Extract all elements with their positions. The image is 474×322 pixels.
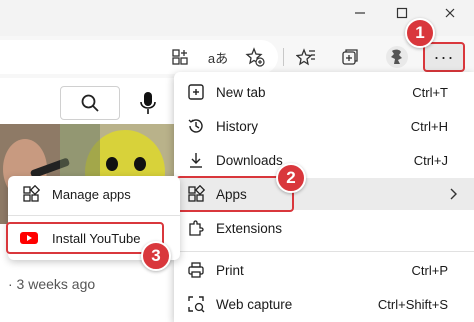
favorites-icon[interactable] [293,44,319,70]
submenu-item-label: Install YouTube [52,230,141,246]
search-icon [81,94,99,112]
shortcut-text: Ctrl+T [412,84,448,100]
menu-item-label: History [216,118,259,134]
minimize-icon[interactable] [350,6,370,26]
menu-item-web-capture[interactable]: Web capture Ctrl+Shift+S [174,288,474,320]
menu-item-downloads[interactable]: Downloads Ctrl+J [174,144,474,176]
app-grid-plus-icon[interactable] [167,44,193,70]
web-capture-icon [184,292,208,316]
youtube-icon [18,227,40,249]
submenu-item-manage-apps[interactable]: Manage apps [8,178,180,210]
menu-item-label: Web capture [216,296,293,312]
toolbar-divider [283,48,284,66]
microphone-icon[interactable] [138,90,158,116]
menu-item-new-tab[interactable]: New tab Ctrl+T [174,76,474,108]
step-badge-2: 2 [276,163,306,193]
apps-icon [20,183,42,205]
shortcut-text: Ctrl+Shift+S [377,296,448,312]
menu-item-print[interactable]: Print Ctrl+P [174,254,474,286]
chevron-right-icon [448,187,458,204]
menu-item-extensions[interactable]: Extensions [174,212,474,244]
menu-item-label: Extensions [216,220,283,236]
favorite-add-icon[interactable] [242,44,268,70]
submenu-divider [8,215,180,216]
video-age-text: · 3 weeks ago [8,276,96,292]
menu-item-label: Print [216,262,244,278]
menu-item-history[interactable]: History Ctrl+H [174,110,474,142]
profile-icon[interactable] [384,44,410,70]
settings-and-more-button[interactable]: ··· [423,42,465,72]
history-icon [184,114,208,138]
submenu-item-label: Manage apps [52,186,131,202]
step-badge-1: 1 [405,18,435,48]
close-icon[interactable] [440,6,460,26]
extensions-icon [184,216,208,240]
submenu-item-install-youtube[interactable]: Install YouTube [6,222,164,254]
shortcut-text: Ctrl+J [413,152,448,168]
new-tab-icon [184,80,208,104]
shortcut-text: Ctrl+P [411,262,448,278]
menu-item-label: Downloads [216,152,283,168]
download-icon [184,148,208,172]
search-button[interactable] [60,86,120,120]
collections-icon[interactable] [337,44,363,70]
step-badge-3: 3 [141,241,171,271]
menu-divider [174,251,474,252]
read-aloud-icon[interactable]: aあ [205,44,231,70]
address-bar[interactable] [0,40,278,74]
menu-item-label: New tab [216,84,266,100]
shortcut-text: Ctrl+H [410,118,448,134]
printer-icon [184,258,208,282]
title-bar [0,0,474,36]
